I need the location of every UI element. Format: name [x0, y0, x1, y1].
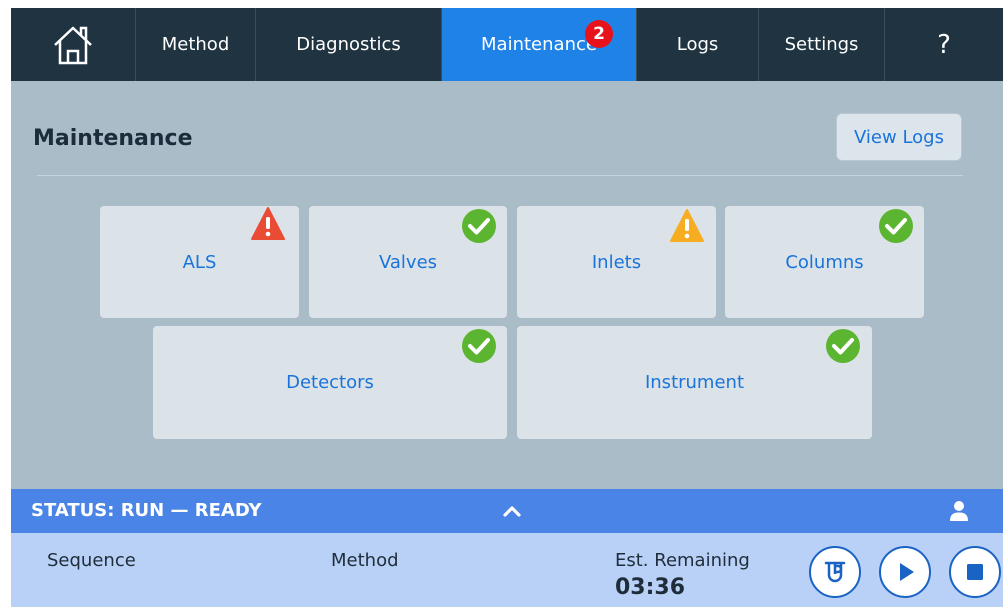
tile-columns[interactable]: Columns: [725, 206, 924, 318]
tab-method-label: Method: [161, 34, 230, 55]
est-remaining-label: Est. Remaining: [615, 550, 750, 571]
tab-maintenance[interactable]: Maintenance 2: [442, 8, 637, 81]
tile-als-label: ALS: [182, 251, 217, 273]
tab-logs-label: Logs: [676, 34, 719, 55]
stop-button[interactable]: [949, 546, 1001, 598]
home-icon: [54, 26, 92, 64]
status-panel: Sequence Method Est. Remaining 03:36: [11, 533, 1003, 607]
vial-button[interactable]: [809, 546, 861, 598]
status-bar: STATUS: RUN — READY: [11, 489, 1003, 533]
check-icon: [462, 329, 496, 363]
tile-inlets-label: Inlets: [591, 251, 642, 273]
tab-method[interactable]: Method: [136, 8, 256, 81]
tile-instrument-label: Instrument: [644, 372, 745, 393]
tile-inlets[interactable]: Inlets: [517, 206, 716, 318]
tab-diagnostics-label: Diagnostics: [296, 34, 401, 55]
play-button[interactable]: [879, 546, 931, 598]
vial-icon: [824, 561, 846, 583]
tab-settings[interactable]: Settings: [759, 8, 885, 81]
help-icon: ?: [937, 29, 951, 60]
check-icon: [879, 209, 913, 243]
tile-detectors-label: Detectors: [286, 372, 374, 393]
tab-maintenance-label: Maintenance: [481, 34, 597, 55]
top-nav: Method Diagnostics Maintenance 2 Logs Se…: [11, 8, 1003, 81]
check-icon: [462, 209, 496, 243]
tile-instrument[interactable]: Instrument: [517, 326, 872, 439]
status-text: STATUS: RUN — READY: [31, 500, 262, 521]
page-title: Maintenance: [33, 126, 193, 151]
play-icon: [900, 563, 914, 581]
notification-badge: 2: [585, 20, 613, 48]
tab-settings-label: Settings: [784, 34, 859, 55]
help-button[interactable]: ?: [885, 8, 1003, 81]
tile-columns-label: Columns: [785, 251, 864, 273]
tile-als[interactable]: ALS: [100, 206, 299, 318]
tab-logs[interactable]: Logs: [637, 8, 759, 81]
check-icon: [826, 329, 860, 363]
tile-valves[interactable]: Valves: [309, 206, 507, 318]
chevron-up-icon[interactable]: [501, 500, 523, 522]
warning-icon: [670, 209, 704, 242]
user-icon[interactable]: [949, 500, 969, 522]
method-label: Method: [331, 550, 399, 571]
header-divider: [37, 175, 963, 176]
error-icon: [251, 207, 285, 240]
tile-detectors[interactable]: Detectors: [153, 326, 507, 439]
maintenance-screen: Method Diagnostics Maintenance 2 Logs Se…: [11, 8, 1003, 607]
sequence-label: Sequence: [47, 550, 136, 571]
est-remaining-value: 03:36: [615, 575, 686, 600]
tile-valves-label: Valves: [378, 251, 438, 273]
view-logs-button[interactable]: View Logs: [836, 113, 962, 161]
nav-home-button[interactable]: [11, 8, 136, 81]
stop-icon: [967, 564, 983, 580]
tab-diagnostics[interactable]: Diagnostics: [256, 8, 442, 81]
